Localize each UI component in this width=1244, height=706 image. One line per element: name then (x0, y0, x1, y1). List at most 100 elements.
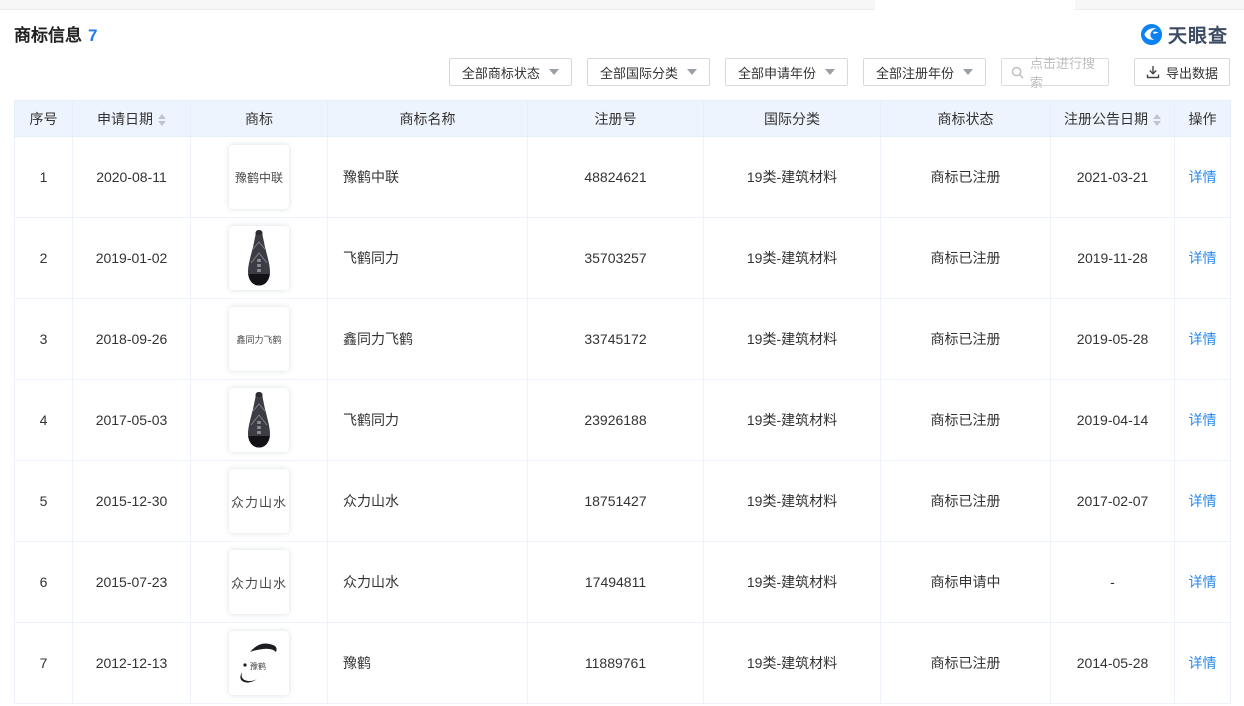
detail-link[interactable]: 详情 (1189, 169, 1217, 185)
apply-year-filter[interactable]: 全部申请年份 (725, 58, 848, 86)
reg-number-cell: 18751427 (528, 461, 704, 542)
column-header-7[interactable]: 注册公告日期 (1051, 101, 1175, 137)
action-cell: 详情 (1175, 623, 1231, 704)
tianyancha-logo[interactable]: 天眼查 (1140, 21, 1228, 48)
column-header-label: 商标 (245, 111, 273, 127)
tianyancha-eye-icon (1140, 23, 1163, 46)
detail-link[interactable]: 详情 (1189, 655, 1217, 671)
trademark-image-cell: 众力山水 (191, 461, 328, 542)
search-input[interactable]: 点击进行搜索 (1001, 58, 1109, 86)
reg-year-filter[interactable]: 全部注册年份 (863, 58, 986, 86)
table-row: 6 2015-07-23 众力山水 众力山水 17494811 19类-建筑材料… (15, 542, 1231, 623)
bottle-trademark-graphic (242, 391, 276, 449)
trademark-image[interactable]: 众力山水 (229, 550, 289, 614)
intl-class-cell: 19类-建筑材料 (704, 380, 881, 461)
action-cell: 详情 (1175, 461, 1231, 542)
announce-date-cell: 2019-04-14 (1051, 380, 1175, 461)
trademark-image-text: 鑫同力飞鹤 (236, 333, 281, 346)
trademark-name-cell: 鑫同力飞鹤 (328, 299, 528, 380)
chevron-down-icon (825, 69, 835, 75)
trademark-image-cell (191, 380, 328, 461)
status-cell: 商标申请中 (881, 542, 1051, 623)
intl-class-cell: 19类-建筑材料 (704, 299, 881, 380)
trademark-status-filter-label: 全部商标状态 (462, 63, 540, 82)
section-title-text: 商标信息 (14, 26, 82, 45)
trademark-info-page: 商标信息 7 天眼查 全部商标状态 全部国际分类 全部申请年份 (0, 0, 1244, 706)
trademark-name-cell: 飞鹤同力 (328, 218, 528, 299)
detail-link[interactable]: 详情 (1189, 331, 1217, 347)
serial-cell: 5 (15, 461, 73, 542)
apply-date-cell: 2012-12-13 (73, 623, 191, 704)
serial-cell: 6 (15, 542, 73, 623)
column-header-label: 操作 (1189, 111, 1217, 127)
column-header-8: 操作 (1175, 101, 1231, 137)
status-cell: 商标已注册 (881, 380, 1051, 461)
reg-number-cell: 17494811 (528, 542, 704, 623)
action-cell: 详情 (1175, 218, 1231, 299)
trademark-image-cell (191, 218, 328, 299)
reg-number-cell: 23926188 (528, 380, 704, 461)
status-cell: 商标已注册 (881, 299, 1051, 380)
reg-number-cell: 48824621 (528, 137, 704, 218)
trademark-image-text: 众力山水 (231, 492, 287, 511)
trademark-image-text: 豫鹤中联 (235, 169, 283, 186)
trademark-image[interactable] (229, 388, 289, 452)
trademark-image[interactable]: 众力山水 (229, 469, 289, 533)
action-cell: 详情 (1175, 542, 1231, 623)
sort-icon[interactable] (1153, 114, 1161, 126)
apply-date-cell: 2019-01-02 (73, 218, 191, 299)
trademark-status-filter[interactable]: 全部商标状态 (449, 58, 572, 86)
detail-link[interactable]: 详情 (1189, 574, 1217, 590)
intl-class-cell: 19类-建筑材料 (704, 461, 881, 542)
announce-date-cell: 2019-05-28 (1051, 299, 1175, 380)
intl-class-cell: 19类-建筑材料 (704, 542, 881, 623)
trademark-image[interactable]: 鑫同力飞鹤 (229, 307, 289, 371)
table-row: 2 2019-01-02 飞鹤同力 35703257 19类-建筑材料 商标已注… (15, 218, 1231, 299)
intl-class-cell: 19类-建筑材料 (704, 218, 881, 299)
apply-date-cell: 2017-05-03 (73, 380, 191, 461)
reg-number-cell: 11889761 (528, 623, 704, 704)
detail-link[interactable]: 详情 (1189, 250, 1217, 266)
export-data-label: 导出数据 (1166, 63, 1218, 82)
action-cell: 详情 (1175, 380, 1231, 461)
column-header-1[interactable]: 申请日期 (73, 101, 191, 137)
announce-date-cell: 2021-03-21 (1051, 137, 1175, 218)
trademark-image-cell: 豫鹤 (191, 623, 328, 704)
trademark-image-cell: 豫鹤中联 (191, 137, 328, 218)
trademark-image[interactable]: 豫鹤中联 (229, 145, 289, 209)
trademark-name-cell: 众力山水 (328, 461, 528, 542)
intl-class-filter[interactable]: 全部国际分类 (587, 58, 710, 86)
column-header-3: 商标名称 (328, 101, 528, 137)
announce-date-cell: 2019-11-28 (1051, 218, 1175, 299)
column-header-label: 序号 (30, 111, 58, 127)
bottle-trademark-graphic (242, 229, 276, 287)
detail-link[interactable]: 详情 (1189, 412, 1217, 428)
active-tab-notch (875, 0, 1075, 10)
apply-date-cell: 2020-08-11 (73, 137, 191, 218)
svg-text:豫鹤: 豫鹤 (250, 661, 266, 671)
trademark-count-badge: 7 (88, 26, 97, 45)
intl-class-filter-label: 全部国际分类 (600, 63, 678, 82)
reg-number-cell: 33745172 (528, 299, 704, 380)
apply-date-cell: 2015-07-23 (73, 542, 191, 623)
action-cell: 详情 (1175, 137, 1231, 218)
serial-cell: 2 (15, 218, 73, 299)
chevron-down-icon (687, 69, 697, 75)
page-header: 商标信息 7 天眼查 (0, 10, 1244, 50)
section-title: 商标信息 7 (14, 21, 97, 46)
status-cell: 商标已注册 (881, 623, 1051, 704)
trademark-name-cell: 豫鹤中联 (328, 137, 528, 218)
intl-class-cell: 19类-建筑材料 (704, 623, 881, 704)
export-data-button[interactable]: 导出数据 (1134, 58, 1230, 86)
column-header-label: 申请日期 (97, 111, 153, 127)
trademark-image-text: 众力山水 (231, 573, 287, 592)
status-cell: 商标已注册 (881, 137, 1051, 218)
serial-cell: 4 (15, 380, 73, 461)
detail-link[interactable]: 详情 (1189, 493, 1217, 509)
trademark-image[interactable] (229, 226, 289, 290)
status-cell: 商标已注册 (881, 218, 1051, 299)
column-header-label: 国际分类 (764, 111, 820, 127)
trademark-image[interactable]: 豫鹤 (229, 631, 289, 695)
column-header-6: 商标状态 (881, 101, 1051, 137)
sort-icon[interactable] (158, 114, 166, 126)
